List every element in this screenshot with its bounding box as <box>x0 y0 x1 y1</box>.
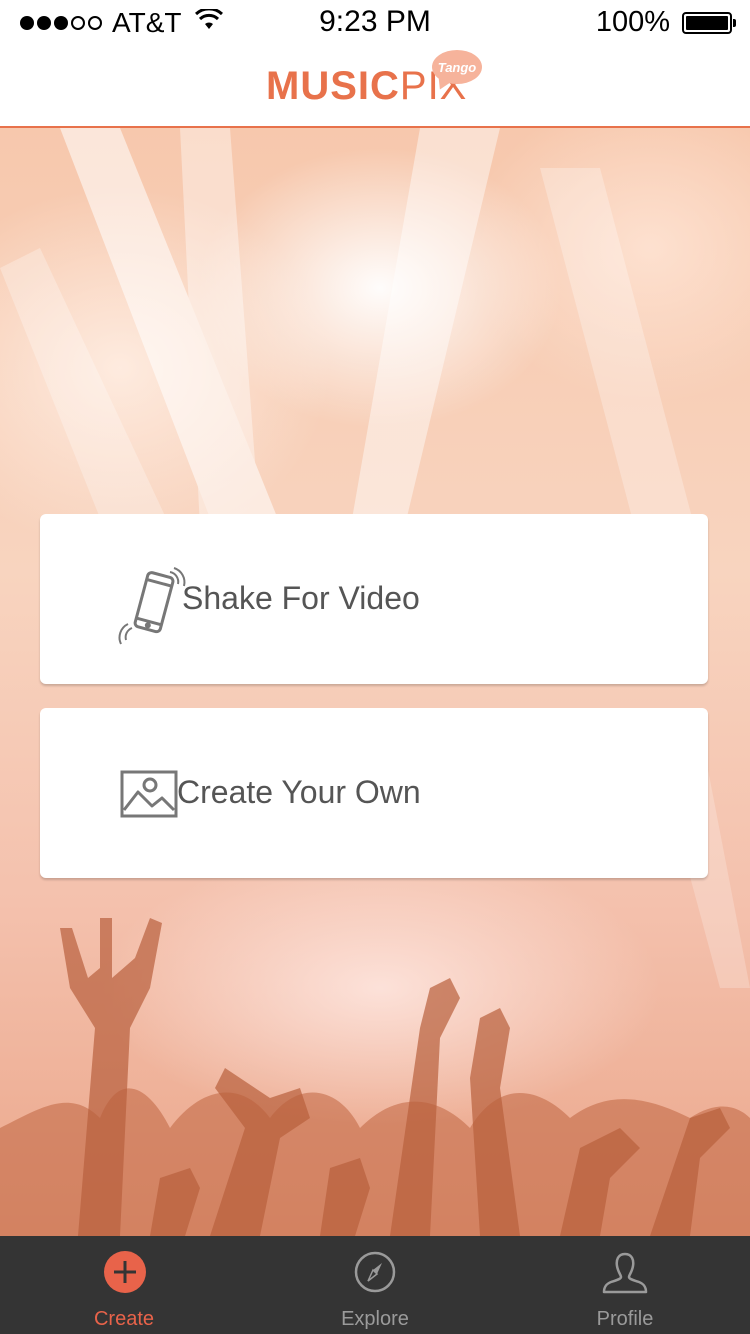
tab-profile-label: Profile <box>596 1308 654 1330</box>
tango-badge: Tango <box>432 50 482 84</box>
battery-icon <box>682 11 736 34</box>
tab-create[interactable]: Create <box>0 1236 250 1334</box>
image-icon <box>120 770 178 823</box>
shaking-phone-icon <box>118 566 188 651</box>
create-your-own-label: Create Your Own <box>177 774 421 810</box>
battery-percent: 100% <box>595 6 670 38</box>
tab-explore-label: Explore <box>341 1308 409 1330</box>
tab-create-label: Create <box>93 1308 155 1330</box>
tab-profile[interactable]: Profile <box>500 1236 750 1334</box>
tab-explore[interactable]: Explore <box>250 1236 500 1334</box>
person-icon <box>601 1250 649 1299</box>
compass-icon <box>353 1250 397 1299</box>
logo-music-text: MUSIC <box>266 64 400 108</box>
shake-for-video-button[interactable]: Shake For Video <box>40 514 708 684</box>
create-your-own-button[interactable]: Create Your Own <box>40 708 708 878</box>
status-bar: AT&T 9:23 PM 100% <box>0 0 750 46</box>
plus-circle-icon <box>103 1250 147 1299</box>
shake-for-video-label: Shake For Video <box>182 580 420 616</box>
status-right: 100% <box>595 6 736 39</box>
screen: AT&T 9:23 PM 100% MUSIC PIX Tango Shake … <box>0 0 750 1334</box>
musicpix-logo: MUSIC PIX Tango <box>266 50 482 109</box>
tab-bar: Create Explore Profile <box>0 1236 750 1334</box>
app-header: MUSIC PIX Tango <box>0 46 750 128</box>
